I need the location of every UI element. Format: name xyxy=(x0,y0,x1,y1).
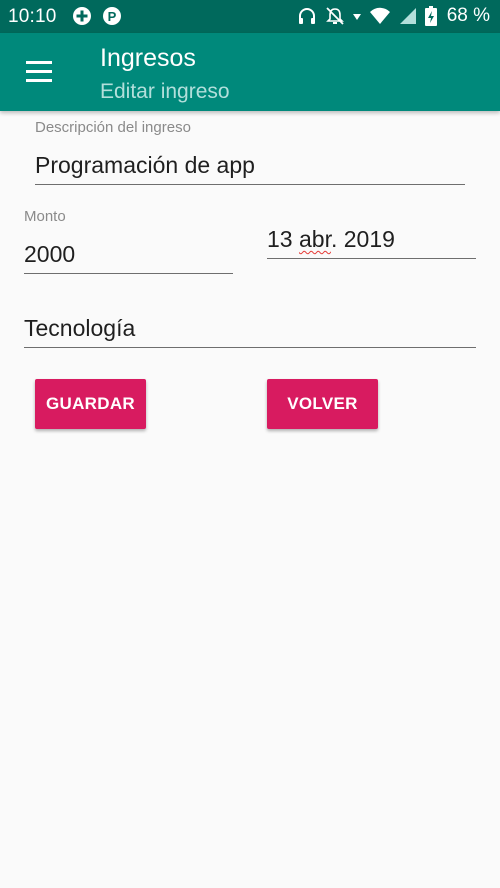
date-day: 13 xyxy=(267,226,293,252)
hamburger-menu-icon[interactable] xyxy=(22,58,56,86)
date-year: . 2019 xyxy=(330,226,395,252)
status-right-icons: 68 % xyxy=(297,5,490,27)
save-button[interactable]: GUARDAR xyxy=(35,379,146,429)
description-field[interactable]: Programación de app xyxy=(35,152,255,179)
description-label: Descripción del ingreso xyxy=(35,119,191,136)
page-subtitle: Editar ingreso xyxy=(100,80,230,103)
wifi-icon xyxy=(369,7,390,24)
date-underline xyxy=(267,258,476,259)
amount-label: Monto xyxy=(24,208,66,225)
amount-underline xyxy=(24,273,233,274)
back-button[interactable]: VOLVER xyxy=(267,379,378,429)
battery-charging-icon xyxy=(424,6,437,26)
date-month: abr xyxy=(298,226,331,252)
app-bar: Ingresos Editar ingreso xyxy=(0,33,500,111)
date-field[interactable]: 13 abr. 2019 xyxy=(267,226,395,253)
description-underline xyxy=(35,184,465,185)
p-badge-icon: P xyxy=(103,7,121,25)
battery-percent: 68 % xyxy=(446,5,490,26)
page-title: Ingresos xyxy=(100,44,196,72)
amount-field[interactable]: 2000 xyxy=(24,241,75,268)
category-field[interactable]: Tecnología xyxy=(24,315,135,342)
headphones-icon xyxy=(298,8,315,24)
signal-icon xyxy=(399,8,416,24)
status-bar: 10:10 P 68 % xyxy=(0,0,500,33)
data-arrow-icon xyxy=(352,14,361,20)
category-underline xyxy=(24,347,476,348)
plus-circle-icon xyxy=(73,7,91,25)
status-left-icons: P xyxy=(72,6,122,26)
svg-text:P: P xyxy=(108,9,117,24)
status-time: 10:10 xyxy=(8,6,57,27)
bell-off-icon xyxy=(325,7,344,25)
